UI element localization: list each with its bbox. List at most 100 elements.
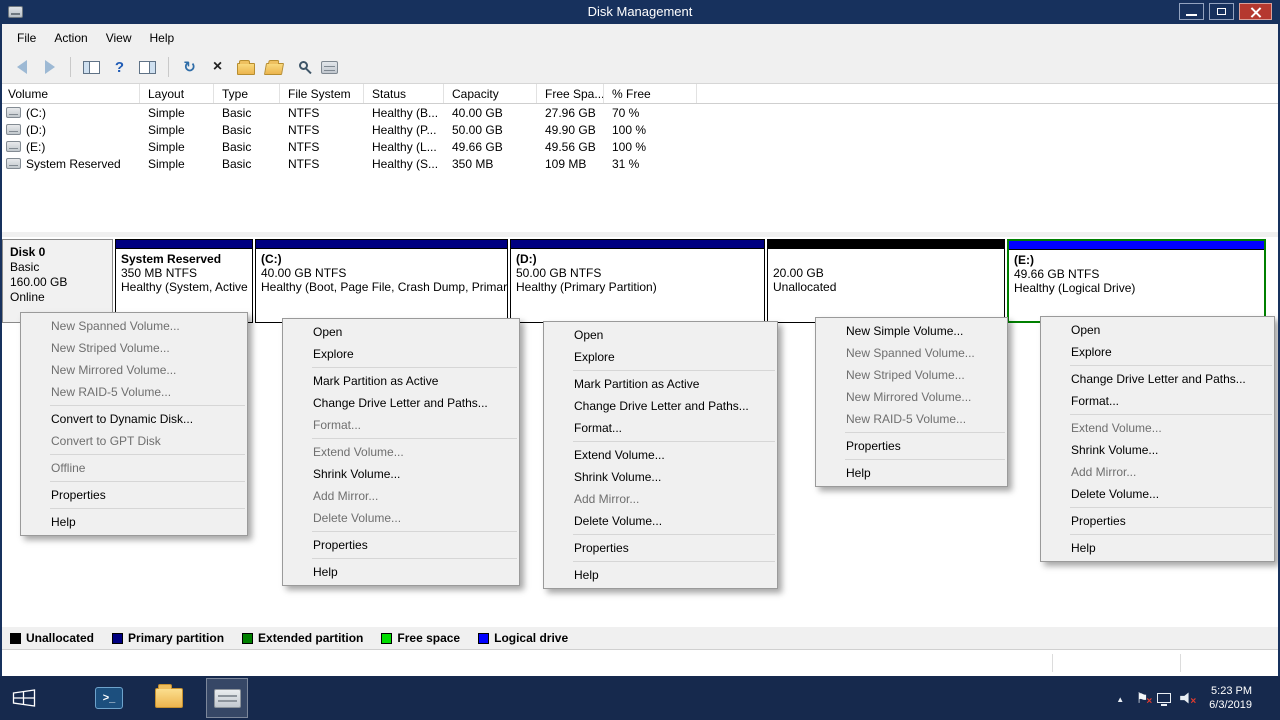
menu-item-properties[interactable]: Properties [544,537,777,559]
menu-item-format[interactable]: Format... [544,417,777,439]
menu-item-extend-volume[interactable]: Extend Volume... [544,444,777,466]
menu-item-convert-to-dynamic-disk[interactable]: Convert to Dynamic Disk... [21,408,247,430]
menu-item-open[interactable]: Open [283,321,519,343]
partition-c[interactable]: (C:) 40.00 GB NTFS Healthy (Boot, Page F… [255,239,508,323]
help-icon[interactable] [108,56,131,79]
menu-file[interactable]: File [8,28,45,48]
partition-color-band [256,240,507,249]
menu-item-properties[interactable]: Properties [283,534,519,556]
close-button[interactable] [1239,3,1272,20]
notifications-flag-button[interactable] [1131,686,1153,710]
menu-item-mark-partition-active[interactable]: Mark Partition as Active [544,373,777,395]
menu-item-change-drive-letter[interactable]: Change Drive Letter and Paths... [1041,368,1274,390]
menu-item-explore[interactable]: Explore [544,346,777,368]
menu-item-properties[interactable]: Properties [21,484,247,506]
show-console-tree-icon[interactable] [80,56,103,79]
menu-item-properties[interactable]: Properties [816,435,1007,457]
back-icon[interactable] [10,56,33,79]
menu-item-add-mirror[interactable]: Add Mirror... [283,485,519,507]
menu-item-new-striped-volume[interactable]: New Striped Volume... [816,364,1007,386]
partition-d[interactable]: (D:) 50.00 GB NTFS Healthy (Primary Part… [510,239,765,323]
col-header-capacity[interactable]: Capacity [444,84,537,103]
partition-system-reserved[interactable]: System Reserved 350 MB NTFS Healthy (Sys… [115,239,253,323]
disk-view-icon[interactable] [318,56,341,79]
menu-item-new-spanned-volume[interactable]: New Spanned Volume... [816,342,1007,364]
menu-item-delete-volume[interactable]: Delete Volume... [283,507,519,529]
taskbar-clock[interactable]: 5:23 PM 6/3/2019 [1209,684,1252,712]
forward-icon[interactable] [38,56,61,79]
minimize-button[interactable] [1179,3,1204,20]
delete-icon[interactable] [206,56,229,79]
col-header-free-space[interactable]: Free Spa... [537,84,604,103]
menu-item-open[interactable]: Open [1041,319,1274,341]
menu-item-mark-partition-active[interactable]: Mark Partition as Active [283,370,519,392]
volume-list-header: Volume Layout Type File System Status Ca… [0,84,1280,104]
menu-item-shrink-volume[interactable]: Shrink Volume... [544,466,777,488]
menu-item-format[interactable]: Format... [283,414,519,436]
menu-item-extend-volume[interactable]: Extend Volume... [1041,417,1274,439]
taskbar-disk-management-button[interactable] [206,678,248,718]
refresh-icon[interactable] [178,56,201,79]
taskbar-file-explorer-button[interactable] [148,678,190,718]
menu-item-shrink-volume[interactable]: Shrink Volume... [283,463,519,485]
menu-item-new-spanned-volume[interactable]: New Spanned Volume... [21,315,247,337]
menu-item-delete-volume[interactable]: Delete Volume... [544,510,777,532]
properties-folder-icon[interactable] [234,56,257,79]
menu-item-properties[interactable]: Properties [1041,510,1274,532]
menu-item-new-mirrored-volume[interactable]: New Mirrored Volume... [816,386,1007,408]
menu-item-new-mirrored-volume[interactable]: New Mirrored Volume... [21,359,247,381]
menu-item-convert-to-gpt-disk[interactable]: Convert to GPT Disk [21,430,247,452]
menu-item-format[interactable]: Format... [1041,390,1274,412]
col-header-layout[interactable]: Layout [140,84,214,103]
menu-item-open[interactable]: Open [544,324,777,346]
menu-help[interactable]: Help [141,28,184,48]
menu-item-delete-volume[interactable]: Delete Volume... [1041,483,1274,505]
disk0-label[interactable]: Disk 0 Basic 160.00 GB Online [2,239,113,323]
col-header-volume[interactable]: Volume [0,84,140,103]
network-button[interactable] [1153,686,1175,710]
menu-item-new-raid5-volume[interactable]: New RAID-5 Volume... [21,381,247,403]
volume-row-d[interactable]: (D:) Simple Basic NTFS Healthy (P... 50.… [0,121,1280,138]
menu-item-offline[interactable]: Offline [21,457,247,479]
volume-button[interactable] [1175,686,1197,710]
maximize-button[interactable] [1209,3,1234,20]
menu-view[interactable]: View [97,28,141,48]
start-button[interactable] [0,676,48,720]
menu-item-help[interactable]: Help [1041,537,1274,559]
menu-action[interactable]: Action [45,28,96,48]
menu-item-new-simple-volume[interactable]: New Simple Volume... [816,320,1007,342]
col-header-percent-free[interactable]: % Free [604,84,697,103]
menu-item-explore[interactable]: Explore [1041,341,1274,363]
volume-row-c[interactable]: (C:) Simple Basic NTFS Healthy (B... 40.… [0,104,1280,121]
menu-item-new-raid5-volume[interactable]: New RAID-5 Volume... [816,408,1007,430]
menu-item-add-mirror[interactable]: Add Mirror... [1041,461,1274,483]
volume-row-system-reserved[interactable]: System Reserved Simple Basic NTFS Health… [0,155,1280,172]
titlebar[interactable]: Disk Management [0,0,1280,24]
menu-item-explore[interactable]: Explore [283,343,519,365]
partition-e[interactable]: (E:) 49.66 GB NTFS Healthy (Logical Driv… [1007,239,1266,323]
menu-item-new-striped-volume[interactable]: New Striped Volume... [21,337,247,359]
menu-item-change-drive-letter[interactable]: Change Drive Letter and Paths... [283,392,519,414]
col-header-status[interactable]: Status [364,84,444,103]
col-header-type[interactable]: Type [214,84,280,103]
unallocated-space[interactable]: 20.00 GB Unallocated [767,239,1005,323]
menu-item-shrink-volume[interactable]: Shrink Volume... [1041,439,1274,461]
col-header-file-system[interactable]: File System [280,84,364,103]
menu-item-help[interactable]: Help [283,561,519,583]
hidden-icons-button[interactable] [1109,686,1131,710]
menu-item-help[interactable]: Help [21,511,247,533]
menu-item-add-mirror[interactable]: Add Mirror... [544,488,777,510]
menu-separator [573,561,775,562]
menu-item-help[interactable]: Help [816,462,1007,484]
menu-separator [312,367,517,368]
toolbar [0,51,1280,84]
taskbar-powershell-button[interactable] [88,678,130,718]
volume-row-e[interactable]: (E:) Simple Basic NTFS Healthy (L... 49.… [0,138,1280,155]
menu-item-help[interactable]: Help [544,564,777,586]
free-space: 49.56 GB [537,140,604,154]
open-folder-icon[interactable] [262,56,285,79]
show-action-pane-icon[interactable] [136,56,159,79]
find-icon[interactable] [290,56,313,79]
menu-item-extend-volume[interactable]: Extend Volume... [283,441,519,463]
menu-item-change-drive-letter[interactable]: Change Drive Letter and Paths... [544,395,777,417]
